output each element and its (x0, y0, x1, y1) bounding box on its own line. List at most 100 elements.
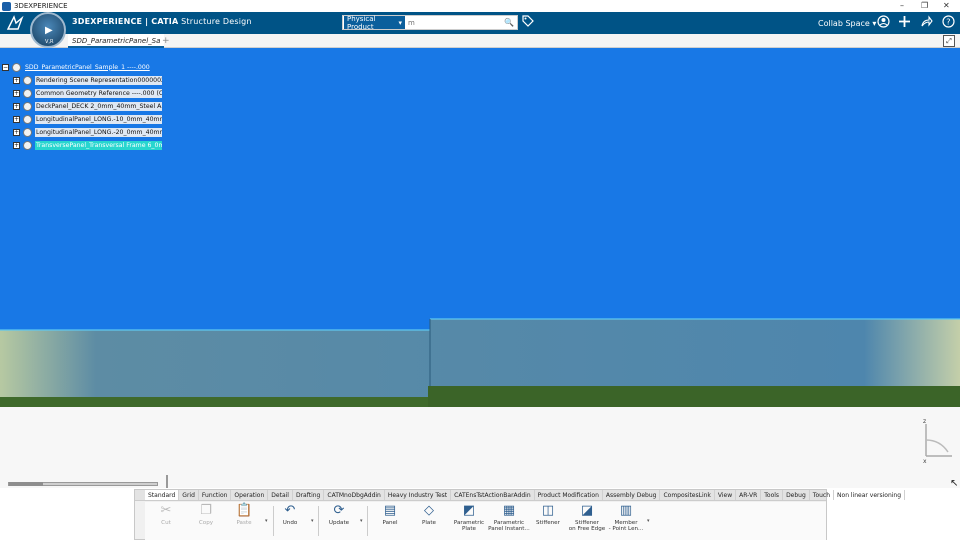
tab-catmnodbgaddin[interactable]: CATMnoDbgAddin (324, 490, 385, 500)
collapse-icon[interactable]: − (2, 63, 9, 71)
tree-root-node[interactable]: − SDD_ParametricPanel_Sample_1 ----.000 (2, 62, 151, 72)
expand-icon[interactable]: + (13, 89, 20, 97)
member-icon: ▥ (619, 503, 633, 518)
tree-root-label[interactable]: SDD_ParametricPanel_Sample_1 ----.000 (24, 63, 151, 72)
tab-view[interactable]: View (715, 490, 737, 500)
expand-icon[interactable]: + (13, 102, 20, 110)
play-icon: ▶ (45, 25, 53, 36)
panel-button[interactable]: ▤ Panel (369, 504, 411, 538)
tree-splitter[interactable] (166, 475, 168, 488)
user-profile-icon[interactable] (877, 15, 890, 31)
tree-item[interactable]: + LongitudinalPanel_LONG.-20_0mm_40mm (13, 127, 162, 137)
tab-compositeslink[interactable]: CompositesLink (660, 490, 715, 500)
update-label: Update (328, 520, 350, 526)
separator (367, 506, 368, 536)
tab-debug[interactable]: Debug (783, 490, 810, 500)
window-title: 3DEXPERIENCE (14, 2, 68, 10)
search-category-dropdown[interactable]: Physical Product ▾ (344, 14, 406, 31)
ds-logo-icon[interactable] (6, 15, 24, 35)
tab-non-linear-versioning[interactable]: Non linear versioning (834, 490, 906, 500)
member-point-length-button[interactable]: ▥ Member - Point Len... (605, 504, 647, 538)
action-bar-tabs: Standard Grid Function Operation Detail … (135, 490, 906, 501)
tab-standard[interactable]: Standard (145, 490, 180, 500)
3d-viewport[interactable]: − SDD_ParametricPanel_Sample_1 ----.000 … (0, 48, 960, 488)
tree-item-selected[interactable]: + TransversePanel_Transversal Frame 6_0m… (13, 140, 162, 150)
update-dropdown-icon[interactable]: ▾ (360, 518, 363, 524)
expand-icon[interactable]: + (13, 141, 20, 149)
tab-product-modification[interactable]: Product Modification (535, 490, 603, 500)
compass-widget[interactable]: ▶ V,R (30, 12, 66, 48)
window-title-bar: 3DEXPERIENCE – ❐ ✕ (0, 0, 960, 12)
tab-function[interactable]: Function (199, 490, 232, 500)
plate-button[interactable]: ◇ Plate (408, 504, 450, 538)
expand-icon[interactable]: + (13, 115, 20, 123)
restore-icon[interactable]: ❐ (921, 0, 928, 12)
member-dropdown-icon[interactable]: ▾ (647, 518, 650, 524)
parametric-panel-instantiation-button[interactable]: ▦ Parametric Panel Instant... (488, 504, 530, 538)
tree-item[interactable]: + Rendering Scene Representation0000002 (13, 75, 162, 85)
tab-operation[interactable]: Operation (231, 490, 269, 500)
parametric-plate-label-2: Plate (462, 526, 476, 532)
tag-icon[interactable] (522, 15, 534, 30)
paste-button[interactable]: 📋 Paste (223, 504, 265, 538)
tree-item-label[interactable]: LongitudinalPanel_LONG.-10_0mm_40mm (35, 114, 162, 124)
search-icon[interactable]: 🔍 (504, 18, 514, 27)
svg-text:?: ? (946, 18, 950, 27)
tree-item-label[interactable]: Rendering Scene Representation0000002 (35, 75, 162, 85)
tree-item-label[interactable]: DeckPanel_DECK 2_0mm_40mm_Steel A3 (35, 101, 162, 111)
stiffener-on-free-edge-button[interactable]: ◪ Stiffener on Free Edge (566, 504, 608, 538)
minimize-icon[interactable]: – (900, 0, 904, 12)
undo-dropdown-icon[interactable]: ▾ (311, 518, 314, 524)
tab-catenstst[interactable]: CATEnsTstActionBarAddin (451, 490, 535, 500)
search-input[interactable] (405, 16, 505, 29)
add-tab-button[interactable]: + (162, 34, 170, 48)
tree-item[interactable]: + LongitudinalPanel_LONG.-10_0mm_40mm (13, 114, 162, 124)
panel-icon (23, 114, 32, 124)
tab-heavy-industry-test[interactable]: Heavy Industry Test (385, 490, 452, 500)
cut-button[interactable]: ✂ Cut (145, 504, 187, 538)
tree-item-label[interactable]: TransversePanel_Transversal Frame 6_0mm (35, 140, 162, 150)
tab-tools[interactable]: Tools (761, 490, 784, 500)
tab-document[interactable]: SDD_ParametricPanel_Sa (68, 34, 165, 48)
tree-item-label[interactable]: Common Geometry Reference ----.000 (Co (35, 88, 162, 98)
tree-item[interactable]: + DeckPanel_DECK 2_0mm_40mm_Steel A3 (13, 101, 162, 111)
panel-face[interactable] (0, 319, 960, 397)
clipboard-icon: 📋 (236, 503, 253, 518)
stiffener-free-edge-label-2: on Free Edge (568, 526, 606, 532)
tree-item-label[interactable]: LongitudinalPanel_LONG.-20_0mm_40mm (35, 127, 162, 137)
tab-ar-vr[interactable]: AR-VR (736, 490, 762, 500)
fullscreen-icon[interactable]: ⤢ (943, 35, 955, 47)
share-icon[interactable] (920, 15, 933, 31)
paste-dropdown-icon[interactable]: ▾ (265, 518, 268, 524)
tab-assembly-debug[interactable]: Assembly Debug (603, 490, 661, 500)
add-icon[interactable] (898, 15, 911, 31)
stiffener-label: Stiffener (536, 520, 560, 526)
rendering-icon (23, 75, 32, 85)
horizontal-scrollbar[interactable] (8, 482, 158, 486)
expand-icon[interactable]: + (13, 76, 20, 84)
tab-detail[interactable]: Detail (268, 490, 293, 500)
tab-grid[interactable]: Grid (179, 490, 199, 500)
tab-touch[interactable]: Touch (810, 490, 835, 500)
parametric-plate-button[interactable]: ◩ Parametric Plate (448, 504, 490, 538)
action-bar-commands: ✂ Cut ❐ Copy 📋 Paste ▾ ↶ Undo ▾ ⟳ Update… (145, 502, 826, 540)
help-icon[interactable]: ? (942, 15, 955, 31)
search-category-label: Physical Product (347, 14, 376, 31)
update-button[interactable]: ⟳ Update (318, 504, 360, 538)
copy-button[interactable]: ❐ Copy (185, 504, 227, 538)
panel-label: Panel (382, 520, 398, 526)
plate-icon: ◇ (424, 503, 434, 518)
undo-button[interactable]: ↶ Undo (269, 504, 311, 538)
tree-item[interactable]: + Common Geometry Reference ----.000 (Co (13, 88, 162, 98)
scrollbar-thumb[interactable] (9, 482, 43, 486)
close-icon[interactable]: ✕ (943, 0, 950, 12)
brand-product: 3DEXPERIENCE | CATIA (72, 17, 179, 26)
stiffener-button[interactable]: ◫ Stiffener (527, 504, 569, 538)
axis-z-label: z (923, 418, 926, 425)
panel-icon (23, 140, 32, 150)
expand-icon[interactable]: + (13, 128, 20, 136)
tab-drafting[interactable]: Drafting (293, 490, 325, 500)
collab-space-dropdown[interactable]: Collab Space ▾ (818, 19, 876, 28)
axis-triad[interactable]: z x (918, 418, 958, 464)
parametric-panel-label-2: Panel Instant... (488, 526, 530, 532)
